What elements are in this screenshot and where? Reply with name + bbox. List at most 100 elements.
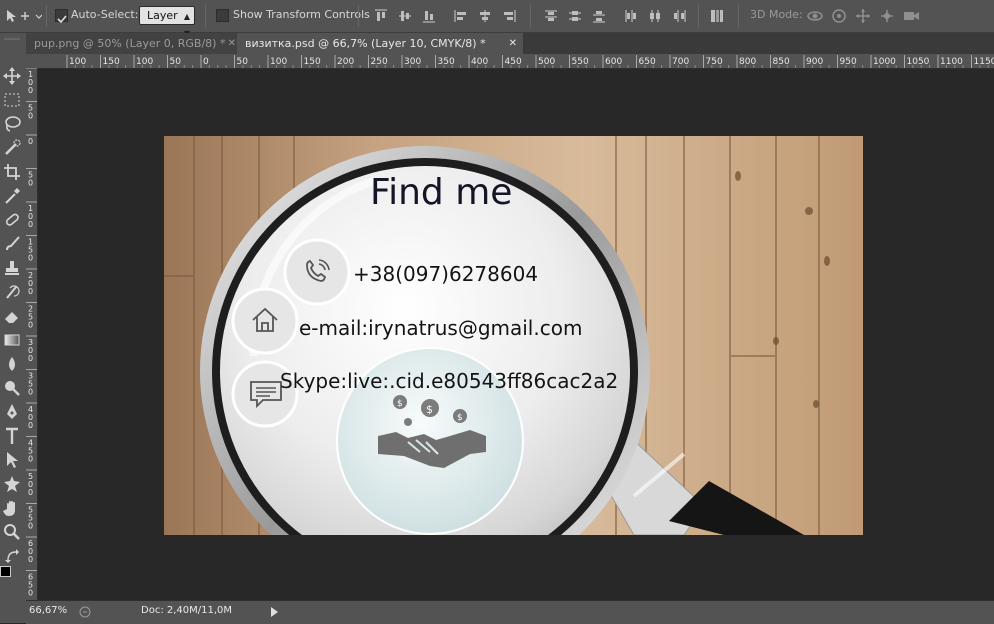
separator	[358, 5, 359, 27]
path-selection-icon[interactable]	[2, 450, 22, 470]
close-tab-icon[interactable]: ✕	[509, 33, 517, 54]
home-icon	[249, 304, 281, 336]
auto-select-label: Auto-Select:	[71, 8, 138, 22]
card-skype: Skype:live:.cid.e80543ff86cac2a2	[280, 369, 618, 393]
ruler-label: 50	[237, 57, 249, 67]
tab-label: визитка.psd @ 66,7% (Layer 10, CMYK/8) *	[245, 37, 486, 50]
3d-scale-camera-icon[interactable]	[902, 7, 920, 25]
ruler-label: 750	[706, 57, 723, 67]
ruler-label: 850	[773, 57, 790, 67]
quick-selection-icon[interactable]	[2, 138, 22, 158]
distribute-top-edges-icon[interactable]	[542, 7, 560, 25]
ruler-label: 0	[28, 321, 33, 330]
ruler-label: 0	[28, 589, 33, 598]
speech-bubble-icon	[248, 378, 284, 410]
card-email: e-mail:irynatrus@gmail.com	[299, 316, 582, 340]
ruler-label: 1000	[873, 57, 896, 67]
zoom-tool-icon[interactable]	[2, 522, 22, 542]
ruler-label: 0	[28, 86, 33, 95]
tab-label: pup.png @ 50% (Layer 0, RGB/8) *	[34, 37, 225, 50]
foreground-color-swatch[interactable]	[0, 566, 11, 577]
panel-collapse-icon[interactable]	[0, 36, 20, 56]
align-left-edges-icon[interactable]	[452, 7, 470, 25]
align-top-edges-icon[interactable]	[372, 7, 390, 25]
clone-stamp-icon[interactable]	[2, 258, 22, 278]
pen-tool-icon[interactable]	[2, 402, 22, 422]
lasso-tool-icon[interactable]	[2, 114, 22, 134]
ruler-label: 0	[28, 220, 33, 229]
card-title: Find me	[370, 172, 512, 213]
card-phone: +38(097)6278604	[353, 262, 538, 286]
ruler-label: 0	[28, 287, 33, 296]
show-transform-checkbox[interactable]	[216, 9, 229, 22]
ruler-label: 100	[270, 57, 287, 67]
status-menu-arrow-icon[interactable]	[269, 606, 279, 618]
close-tab-icon[interactable]: ✕	[228, 33, 236, 54]
auto-align-layers-icon[interactable]	[708, 7, 726, 25]
custom-shape-icon[interactable]	[2, 474, 22, 494]
align-vertical-centers-icon[interactable]	[396, 7, 414, 25]
status-bar: 66,67% Doc: 2,40M/11,0M	[26, 600, 994, 624]
gradient-tool-icon[interactable]	[2, 330, 22, 350]
ruler-label: 350	[438, 57, 455, 67]
3d-roll-icon[interactable]	[830, 7, 848, 25]
ruler-origin[interactable]	[26, 54, 37, 68]
svg-text:$: $	[457, 413, 463, 423]
tool-preset-picker[interactable]	[4, 7, 42, 25]
separator	[205, 5, 206, 27]
rectangular-marquee-icon[interactable]	[2, 90, 22, 110]
history-brush-icon[interactable]	[2, 282, 22, 302]
distribute-vertical-centers-icon[interactable]	[566, 7, 584, 25]
ruler-label: 450	[505, 57, 522, 67]
dodge-tool-icon[interactable]	[2, 378, 22, 398]
spot-healing-brush-icon[interactable]	[2, 210, 22, 230]
crop-tool-icon[interactable]	[2, 162, 22, 182]
align-horizontal-centers-icon[interactable]	[476, 7, 494, 25]
horizontal-ruler[interactable]: 1001501005005010015020025030035040045050…	[37, 54, 994, 69]
3d-drag-icon[interactable]	[854, 7, 872, 25]
ruler-label: 150	[103, 57, 120, 67]
zoom-level[interactable]: 66,67%	[29, 605, 67, 616]
3d-orbit-icon[interactable]	[806, 7, 824, 25]
separator	[698, 5, 699, 27]
business-card-canvas[interactable]: $ $ $ Find me +38(097)6278604 e-mail:iry…	[164, 136, 863, 535]
ruler-label: 200	[337, 57, 354, 67]
ruler-label: 500	[538, 57, 555, 67]
ruler-label: 0	[28, 488, 33, 497]
phone-icon	[301, 256, 333, 288]
ruler-label: 0	[28, 179, 33, 188]
doc-size: Doc: 2,40M/11,0M	[141, 605, 232, 616]
document-tabs: pup.png @ 50% (Layer 0, RGB/8) * ✕ визит…	[26, 33, 994, 54]
ruler-label: 800	[739, 57, 756, 67]
3d-slide-icon[interactable]	[878, 7, 896, 25]
distribute-left-edges-icon[interactable]	[622, 7, 640, 25]
distribute-right-edges-icon[interactable]	[670, 7, 688, 25]
distribute-bottom-edges-icon[interactable]	[590, 7, 608, 25]
brush-tool-icon[interactable]	[2, 234, 22, 254]
move-tool-icon[interactable]	[2, 66, 22, 86]
vertical-ruler[interactable]: 1005005010015020025030035040045050055060…	[26, 68, 38, 600]
separator	[738, 5, 739, 27]
align-bottom-edges-icon[interactable]	[420, 7, 438, 25]
share-icon[interactable]	[78, 605, 92, 619]
handshake-icon: $ $ $	[374, 392, 490, 472]
distribute-horizontal-centers-icon[interactable]	[646, 7, 664, 25]
align-right-edges-icon[interactable]	[500, 7, 518, 25]
blur-tool-icon[interactable]	[2, 354, 22, 374]
eyedropper-icon[interactable]	[2, 186, 22, 206]
ruler-label: 600	[605, 57, 622, 67]
ruler-label: 1100	[940, 57, 963, 67]
eraser-tool-icon[interactable]	[2, 306, 22, 326]
hand-tool-icon[interactable]	[2, 498, 22, 518]
ruler-label: 1050	[907, 57, 930, 67]
type-tool-icon[interactable]	[2, 426, 22, 446]
ruler-label: 0	[28, 421, 33, 430]
3d-mode-label: 3D Mode:	[750, 8, 803, 22]
auto-select-checkbox[interactable]	[55, 9, 68, 22]
svg-text:$: $	[426, 403, 433, 416]
auto-select-target-dropdown[interactable]: Layer ▲▼	[139, 6, 195, 25]
tab-vizitka-psd[interactable]: визитка.psd @ 66,7% (Layer 10, CMYK/8) *…	[237, 33, 523, 54]
swap-colors-icon[interactable]	[2, 546, 22, 566]
move-tool-icon	[4, 7, 42, 25]
tab-pup-png[interactable]: pup.png @ 50% (Layer 0, RGB/8) * ✕	[26, 33, 242, 54]
